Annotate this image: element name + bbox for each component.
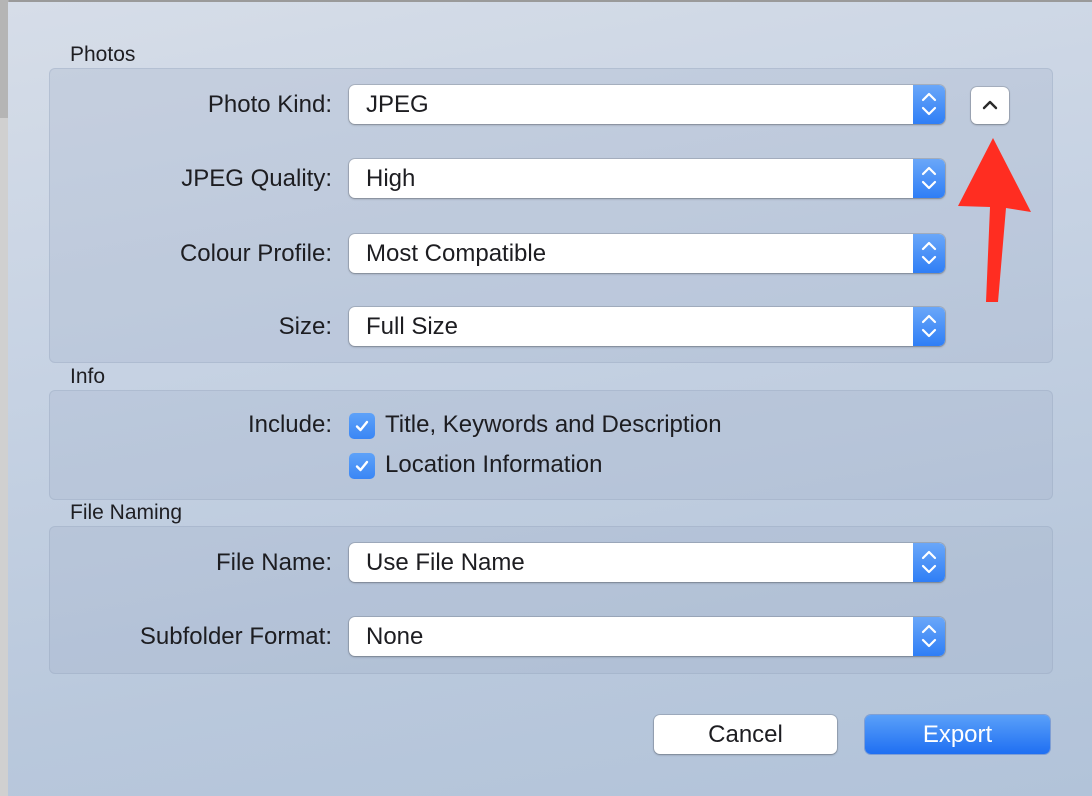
info-group-box	[49, 390, 1053, 500]
colour-profile-value: Most Compatible	[366, 240, 547, 267]
file-name-value: Use File Name	[366, 549, 525, 576]
jpeg-quality-label: JPEG Quality:	[181, 165, 332, 192]
file-name-label: File Name:	[215, 549, 332, 576]
photo-kind-popup[interactable]: JPEG	[349, 85, 945, 124]
size-label: Size:	[278, 313, 332, 340]
photo-kind-label: Photo Kind:	[207, 91, 332, 118]
size-value: Full Size	[366, 313, 459, 340]
chevron-up-down-icon	[913, 159, 945, 198]
chevron-up-down-icon	[913, 307, 945, 346]
location-info-checkbox[interactable]	[349, 453, 375, 479]
section-title-info: Info	[70, 365, 106, 388]
background-window-sidebar	[0, 0, 8, 118]
section-title-photos: Photos	[70, 43, 136, 66]
collapse-details-button[interactable]	[971, 87, 1009, 124]
colour-profile-popup[interactable]: Most Compatible	[349, 234, 945, 273]
section-title-file-naming: File Naming	[70, 501, 183, 524]
location-info-label[interactable]: Location Information	[385, 451, 602, 479]
export-button[interactable]: Export	[865, 715, 1050, 754]
colour-profile-label: Colour Profile:	[179, 240, 332, 267]
jpeg-quality-popup[interactable]: High	[349, 159, 945, 198]
file-name-popup[interactable]: Use File Name	[349, 543, 945, 582]
photo-kind-value: JPEG	[366, 91, 429, 118]
subfolder-format-value: None	[366, 623, 424, 650]
red-arrow-annotation	[958, 138, 1031, 302]
title-keywords-checkbox[interactable]	[349, 413, 375, 439]
chevron-up-down-icon	[913, 617, 945, 656]
cancel-button[interactable]: Cancel	[654, 715, 837, 754]
jpeg-quality-value: High	[366, 165, 416, 192]
chevron-up-down-icon	[913, 85, 945, 124]
chevron-up-down-icon	[913, 543, 945, 582]
size-popup[interactable]: Full Size	[349, 307, 945, 346]
checkmark-icon	[355, 460, 369, 472]
chevron-up-icon	[982, 100, 998, 110]
export-sheet: Photos Photo Kind: JPEG JPEG Quality: Hi…	[8, 2, 1092, 796]
checkmark-icon	[355, 420, 369, 432]
title-keywords-label[interactable]: Title, Keywords and Description	[385, 411, 722, 439]
chevron-up-down-icon	[913, 234, 945, 273]
subfolder-format-popup[interactable]: None	[349, 617, 945, 656]
include-label: Include:	[247, 411, 332, 438]
subfolder-format-label: Subfolder Format:	[139, 623, 332, 650]
